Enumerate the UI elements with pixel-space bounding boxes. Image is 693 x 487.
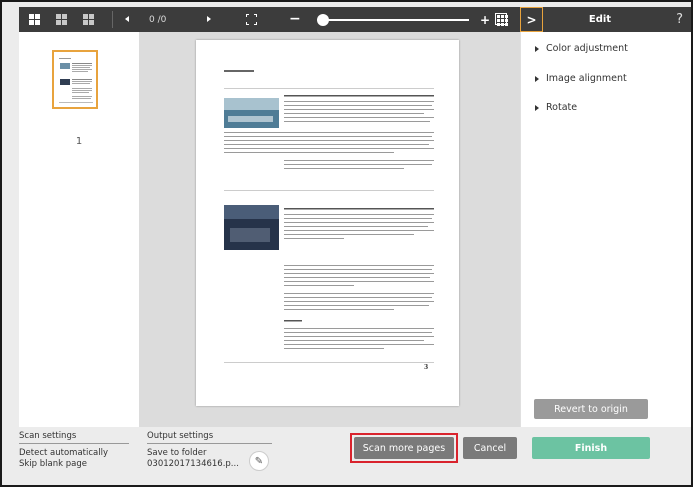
scan-more-pages-button[interactable]: Scan more pages (354, 437, 454, 459)
document-page-number: 3 (424, 364, 429, 371)
accordion-color-adjustment[interactable]: Color adjustment (535, 43, 628, 54)
edit-panel-title: Edit (588, 14, 612, 25)
grid-view-large-icon[interactable] (29, 14, 40, 25)
divider (19, 443, 129, 444)
collapse-panel-button[interactable]: > (520, 7, 543, 32)
toolbar-divider (112, 11, 113, 28)
prev-page-icon[interactable] (125, 16, 129, 22)
pencil-icon: ✎ (254, 455, 264, 467)
accordion-label: Rotate (546, 102, 578, 113)
bottom-bar: Scan settings Detect automatically Skip … (4, 427, 691, 485)
scan-settings-line1: Detect automatically (19, 448, 108, 458)
thumbnail-pane: 1 (19, 32, 139, 427)
output-settings-line2: 03012017134616.p... (147, 459, 239, 469)
zoom-in-icon[interactable]: + (480, 12, 490, 27)
thumbnail-preview-icon (59, 58, 93, 103)
revert-to-origin-button[interactable]: Revert to origin (534, 399, 648, 419)
expand-arrow-icon (535, 45, 539, 52)
edit-output-settings-button[interactable]: ✎ (249, 451, 269, 471)
divider (147, 443, 272, 444)
document-content-illustration (224, 70, 434, 363)
page-counter: 0 /0 (149, 14, 167, 25)
app-window: 0 /0 − + > Edit ? 1 3 Color adjustment I… (0, 0, 693, 487)
expand-arrow-icon (535, 75, 539, 82)
accordion-label: Color adjustment (546, 43, 628, 54)
zoom-out-icon[interactable]: − (289, 10, 301, 28)
next-page-icon[interactable] (207, 16, 211, 22)
zoom-slider-knob[interactable] (317, 14, 329, 26)
page-viewer[interactable]: 3 (139, 32, 520, 427)
expand-arrow-icon (535, 104, 539, 111)
thumbnail-grid-icon[interactable] (495, 13, 508, 26)
accordion-image-alignment[interactable]: Image alignment (535, 73, 627, 84)
scan-settings-heading: Scan settings (19, 431, 77, 441)
accordion-rotate[interactable]: Rotate (535, 102, 577, 113)
grid-view-small-icon[interactable] (83, 14, 94, 25)
finish-button[interactable]: Finish (532, 437, 650, 459)
zoom-slider-track[interactable] (319, 19, 469, 21)
document-page: 3 (196, 40, 459, 406)
thumbnail-number: 1 (75, 136, 83, 147)
fit-page-icon[interactable] (245, 13, 258, 26)
page-thumbnail[interactable] (52, 50, 98, 109)
edit-panel-header: > Edit ? (520, 7, 691, 32)
output-settings-heading: Output settings (147, 431, 214, 441)
help-icon[interactable]: ? (676, 7, 683, 32)
edit-panel: Color adjustment Image alignment Rotate … (520, 32, 691, 427)
accordion-label: Image alignment (546, 73, 627, 84)
viewer-toolbar: 0 /0 − + (19, 7, 520, 32)
scan-settings-line2: Skip blank page (19, 459, 87, 469)
grid-view-medium-icon[interactable] (56, 14, 67, 25)
cancel-button[interactable]: Cancel (463, 437, 517, 459)
output-settings-line1: Save to folder (147, 448, 207, 458)
